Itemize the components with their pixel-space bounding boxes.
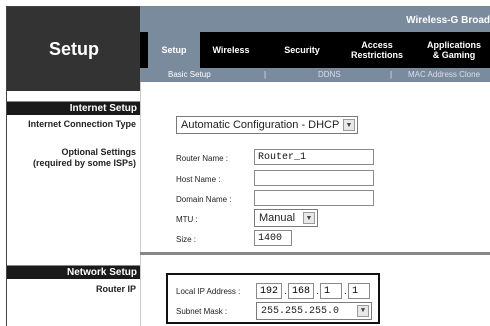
ip-octet-4-input[interactable]: 1 [348,283,370,299]
left-sidebar: Setup Internet Setup Internet Connection… [6,6,141,326]
page-title: Setup [48,39,99,59]
router-name-label: Router Name : [176,154,229,163]
local-ip-label: Local IP Address : [176,287,241,296]
subnet-mask-label: Subnet Mask : [176,307,228,316]
tab-setup[interactable]: Setup [148,32,200,68]
subtab-basic-setup[interactable]: Basic Setup [168,70,211,79]
chevron-down-icon: ▼ [343,119,355,131]
setup-header-block: Setup [7,7,141,91]
section-internet-setup: Internet Setup [7,101,141,115]
main-tabs: Setup Wireless Security Access Restricti… [140,32,490,68]
chevron-down-icon: ▼ [303,212,315,224]
ip-dot: . [316,286,319,297]
ip-octet-2-input[interactable]: 168 [288,283,314,299]
connection-type-select[interactable]: Automatic Configuration - DHCP ▼ [176,116,358,134]
host-name-label: Host Name : [176,175,221,184]
label-router-ip: Router IP [95,284,136,294]
connection-type-value: Automatic Configuration - DHCP [181,119,340,131]
sub-tabs: Basic Setup | DDNS | MAC Address Clone [140,68,490,82]
domain-name-input[interactable] [254,190,374,206]
ip-dot: . [344,286,347,297]
chevron-down-icon: ▼ [357,305,369,317]
section-label: Network Setup [66,267,137,278]
tab-security[interactable]: Security [274,32,330,68]
brand-title: Wireless-G Broad [406,15,490,26]
router-name-input[interactable]: Router_1 [254,149,374,165]
subtab-ddns[interactable]: DDNS [318,70,341,79]
section-network-setup: Network Setup [7,265,141,279]
domain-name-label: Domain Name : [176,195,232,204]
host-name-input[interactable] [254,170,374,186]
mtu-size-input[interactable]: 1400 [254,230,292,246]
mtu-select[interactable]: Manual ▼ [254,209,318,227]
subnet-mask-value: 255.255.255.0 [261,305,340,317]
tab-wireless[interactable]: Wireless [202,32,260,68]
subtab-mac-clone[interactable]: MAC Address Clone [408,70,480,79]
section-label: Internet Setup [69,103,137,114]
section-divider [140,252,490,255]
mtu-value: Manual [259,212,296,224]
label-internet-connection-type: Internet Connection Type [28,119,136,129]
subnet-mask-select[interactable]: 255.255.255.0 ▼ [256,302,372,320]
ip-dot: . [284,286,287,297]
tab-access-restrictions[interactable]: Access Restrictions [338,32,416,68]
label-optional-settings: Optional Settings [61,147,136,157]
ip-octet-3-input[interactable]: 1 [320,283,342,299]
label-optional-settings-note: (required by some ISPs) [32,158,136,168]
brand-bar: Wireless-G Broad [140,6,490,32]
router-setup-page: Setup Internet Setup Internet Connection… [0,0,490,326]
mtu-label: MTU : [176,215,198,224]
ip-octet-1-input[interactable]: 192 [256,283,282,299]
subtab-separator: | [264,70,267,79]
tab-applications-gaming[interactable]: Applications & Gaming [418,32,490,68]
size-label: Size : [176,235,197,244]
subtab-separator: | [390,70,393,79]
